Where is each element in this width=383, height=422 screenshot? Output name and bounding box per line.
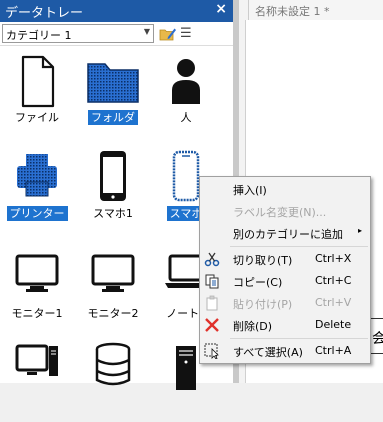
submenu-arrow-icon: ▸ bbox=[357, 226, 362, 235]
person-icon bbox=[172, 59, 200, 104]
menu-item-insert[interactable]: 挿入(I) bbox=[200, 178, 370, 200]
item-label: モニター1 bbox=[11, 307, 63, 320]
tray-item-smartphone-1[interactable]: スマホ1 bbox=[77, 150, 149, 232]
menu-item-copy[interactable]: コピー(C) Ctrl+C bbox=[200, 270, 370, 292]
menu-item-delete[interactable]: 削除(D) Delete bbox=[200, 314, 370, 336]
chevron-down-icon: ▼ bbox=[143, 27, 150, 36]
item-label: モニター2 bbox=[87, 307, 139, 320]
file-icon bbox=[21, 55, 55, 108]
menu-separator bbox=[230, 246, 368, 247]
edit-category-button[interactable] bbox=[159, 25, 177, 42]
smartphone-icon bbox=[100, 151, 126, 201]
item-label: スマホ1 bbox=[93, 207, 133, 220]
item-label: ファイル bbox=[15, 111, 59, 124]
copy-icon bbox=[205, 274, 219, 289]
printer-icon bbox=[17, 154, 57, 197]
menu-item-paste: 貼り付け(P) Ctrl+V bbox=[200, 292, 370, 314]
category-dropdown[interactable]: カテゴリー 1 ▼ bbox=[2, 24, 154, 43]
scissors-icon bbox=[204, 252, 220, 267]
document-tab-label: 名称未設定 1 * bbox=[255, 5, 330, 18]
menu-item-cut[interactable]: 切り取り(T) Ctrl+X bbox=[200, 248, 370, 270]
tray-item-desktop-pc[interactable] bbox=[1, 340, 73, 422]
menu-icon[interactable]: ☰ bbox=[180, 25, 194, 42]
tray-item-file[interactable]: ファイル bbox=[1, 54, 73, 136]
delete-x-icon bbox=[205, 318, 219, 332]
close-icon[interactable]: × bbox=[215, 1, 227, 17]
select-all-icon bbox=[204, 343, 219, 359]
panel-titlebar: データトレー × bbox=[0, 0, 233, 22]
category-selected: カテゴリー 1 bbox=[6, 29, 72, 42]
tray-item-person[interactable]: 人 bbox=[150, 54, 222, 136]
desktop-pc-icon bbox=[15, 344, 58, 376]
canvas-shape-text: 会 bbox=[372, 331, 383, 347]
folder-icon bbox=[87, 63, 139, 103]
menu-item-add-to-category[interactable]: 別のカテゴリーに追加 ▸ bbox=[200, 222, 370, 244]
item-label: プリンター bbox=[6, 206, 68, 221]
item-label: フォルダ bbox=[88, 110, 138, 125]
tray-item-database[interactable] bbox=[77, 340, 149, 422]
database-icon bbox=[95, 342, 131, 386]
tray-item-monitor-2[interactable]: モニター2 bbox=[77, 250, 149, 332]
monitor-icon bbox=[15, 254, 59, 292]
tray-item-printer[interactable]: プリンター bbox=[1, 150, 73, 232]
folder-edit-icon bbox=[159, 28, 176, 41]
tray-item-folder[interactable]: フォルダ bbox=[77, 54, 149, 136]
document-tab[interactable]: 名称未設定 1 * bbox=[248, 0, 383, 20]
context-menu: 挿入(I) ラベル名変更(N)... 別のカテゴリーに追加 ▸ 切り取り(T) … bbox=[199, 176, 371, 364]
menu-separator bbox=[230, 338, 368, 339]
menu-item-rename-label: ラベル名変更(N)... bbox=[233, 206, 327, 219]
menu-item-select-all[interactable]: すべて選択(A) Ctrl+A bbox=[200, 340, 370, 362]
paste-icon bbox=[206, 295, 218, 311]
tray-item-monitor-1[interactable]: モニター1 bbox=[1, 250, 73, 332]
monitor-icon bbox=[91, 254, 135, 292]
panel-title: データトレー bbox=[5, 6, 84, 21]
item-label: 人 bbox=[180, 111, 192, 124]
